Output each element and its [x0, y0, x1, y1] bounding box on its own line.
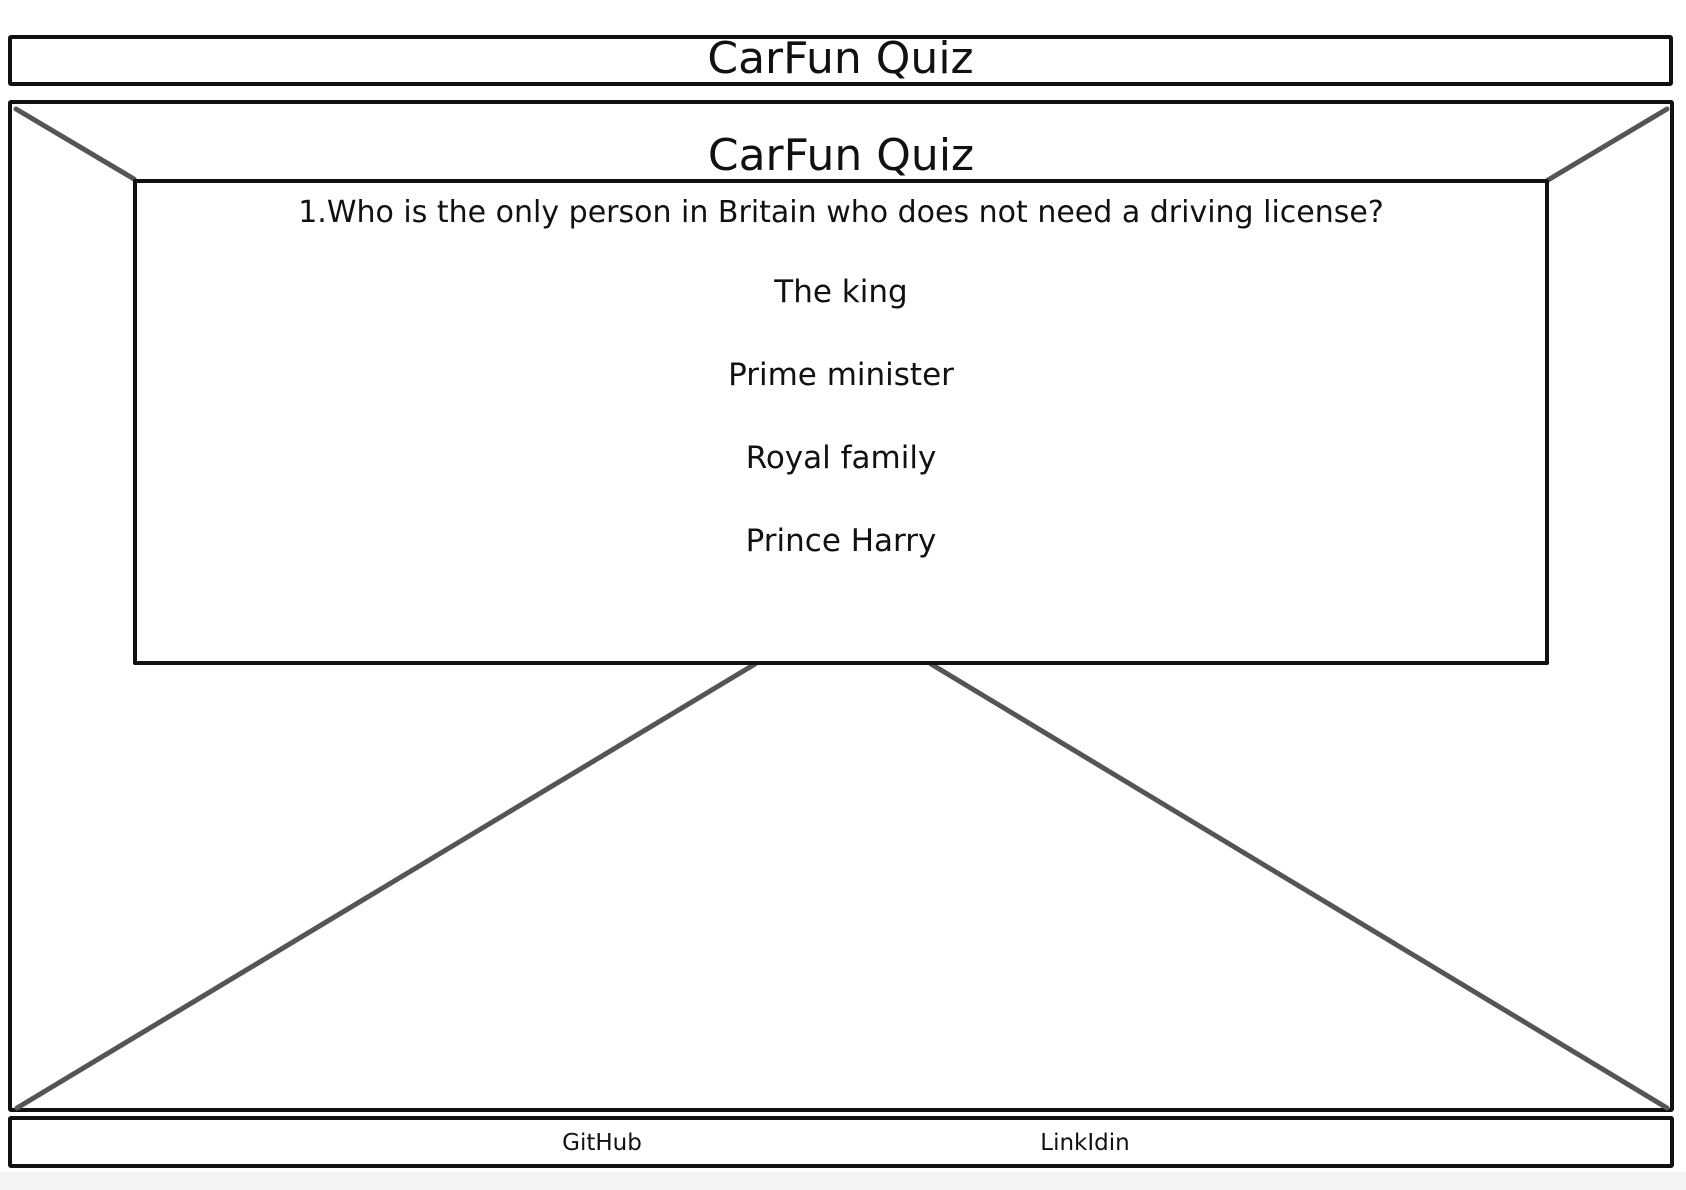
cross-line-bottom-right — [928, 661, 1670, 1111]
wireframe-page: CarFun Quiz CarFun Quiz 1.Who is the onl… — [0, 0, 1686, 1190]
answer-option[interactable]: Prime minister — [137, 355, 1545, 438]
linkedin-link[interactable]: LinkIdin — [1040, 1130, 1129, 1156]
footer-bar: GitHub LinkIdin — [8, 1116, 1674, 1168]
cross-line-bottom-left — [14, 661, 758, 1111]
answer-list: The king Prime minister Royal family Pri… — [137, 272, 1545, 604]
answer-option[interactable]: Royal family — [137, 438, 1545, 521]
answer-option[interactable]: The king — [137, 272, 1545, 355]
quiz-question: 1.Who is the only person in Britain who … — [298, 195, 1384, 230]
quiz-card: 1.Who is the only person in Britain who … — [133, 179, 1549, 665]
hero-title: CarFun Quiz — [707, 130, 975, 181]
answer-option[interactable]: Prince Harry — [137, 521, 1545, 604]
github-link[interactable]: GitHub — [562, 1130, 642, 1156]
